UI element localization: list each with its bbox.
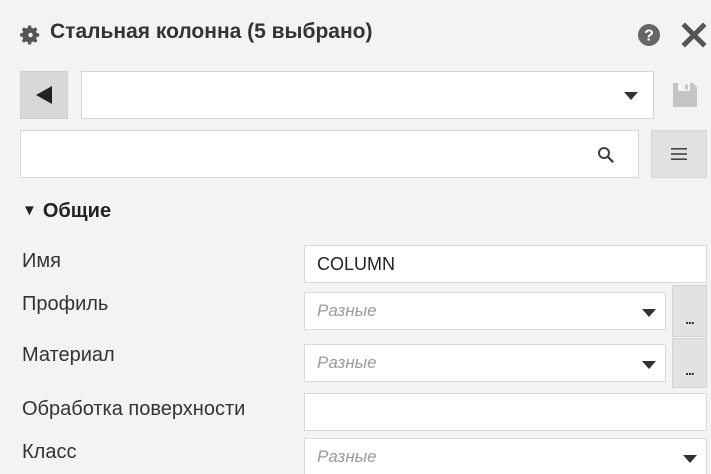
profile-browse-button[interactable]: ...: [672, 285, 707, 337]
search-input[interactable]: [21, 131, 581, 177]
property-material-value: Разные: [317, 353, 377, 372]
property-label-name: Имя: [22, 250, 61, 272]
panel-title: Стальная колонна (5 выбрано): [50, 20, 373, 43]
section-label: Общие: [42, 200, 112, 222]
property-class-select[interactable]: Разные: [304, 438, 707, 474]
hamburger-menu-icon: [671, 148, 687, 160]
property-label-surface-treatment: Обработка поверхности: [22, 398, 246, 420]
property-label-material: Материал: [22, 344, 115, 366]
search-icon[interactable]: [597, 146, 614, 163]
preset-select[interactable]: [81, 71, 654, 119]
property-label-profile: Профиль: [22, 293, 109, 315]
chevron-down-icon: [642, 309, 656, 317]
material-browse-button[interactable]: ...: [672, 338, 707, 388]
save-button[interactable]: [663, 71, 707, 119]
chevron-down-icon: [642, 361, 656, 369]
property-profile-value: Разные: [317, 301, 377, 320]
svg-text:?: ?: [644, 28, 654, 45]
property-name-input[interactable]: COLUMN: [304, 245, 707, 283]
search-field[interactable]: [20, 130, 639, 178]
browse-dots-label: ...: [685, 311, 695, 327]
chevron-down-icon: [683, 455, 697, 463]
back-triangle-icon: [36, 86, 52, 104]
property-class-value: Разные: [317, 447, 377, 466]
properties-panel: Стальная колонна (5 выбрано) ? ▼ Общие И…: [0, 0, 711, 474]
back-button[interactable]: [20, 71, 68, 119]
menu-button[interactable]: [651, 130, 707, 178]
gear-icon[interactable]: [19, 24, 41, 46]
property-name-value: COLUMN: [317, 253, 396, 274]
collapse-triangle-icon: ▼: [22, 202, 37, 219]
save-disk-icon: [673, 83, 697, 107]
property-surface-treatment-input[interactable]: [304, 393, 707, 431]
property-profile-select[interactable]: Разные: [304, 292, 666, 330]
title-bar: Стальная колонна (5 выбрано) ?: [0, 0, 711, 68]
browse-dots-label: ...: [685, 362, 695, 378]
property-material-select[interactable]: Разные: [304, 344, 666, 382]
section-header-general[interactable]: ▼ Общие: [22, 200, 111, 223]
property-label-class: Класс: [22, 441, 77, 463]
close-icon[interactable]: [681, 22, 707, 48]
chevron-down-icon: [624, 92, 638, 100]
help-icon[interactable]: ?: [637, 23, 661, 47]
